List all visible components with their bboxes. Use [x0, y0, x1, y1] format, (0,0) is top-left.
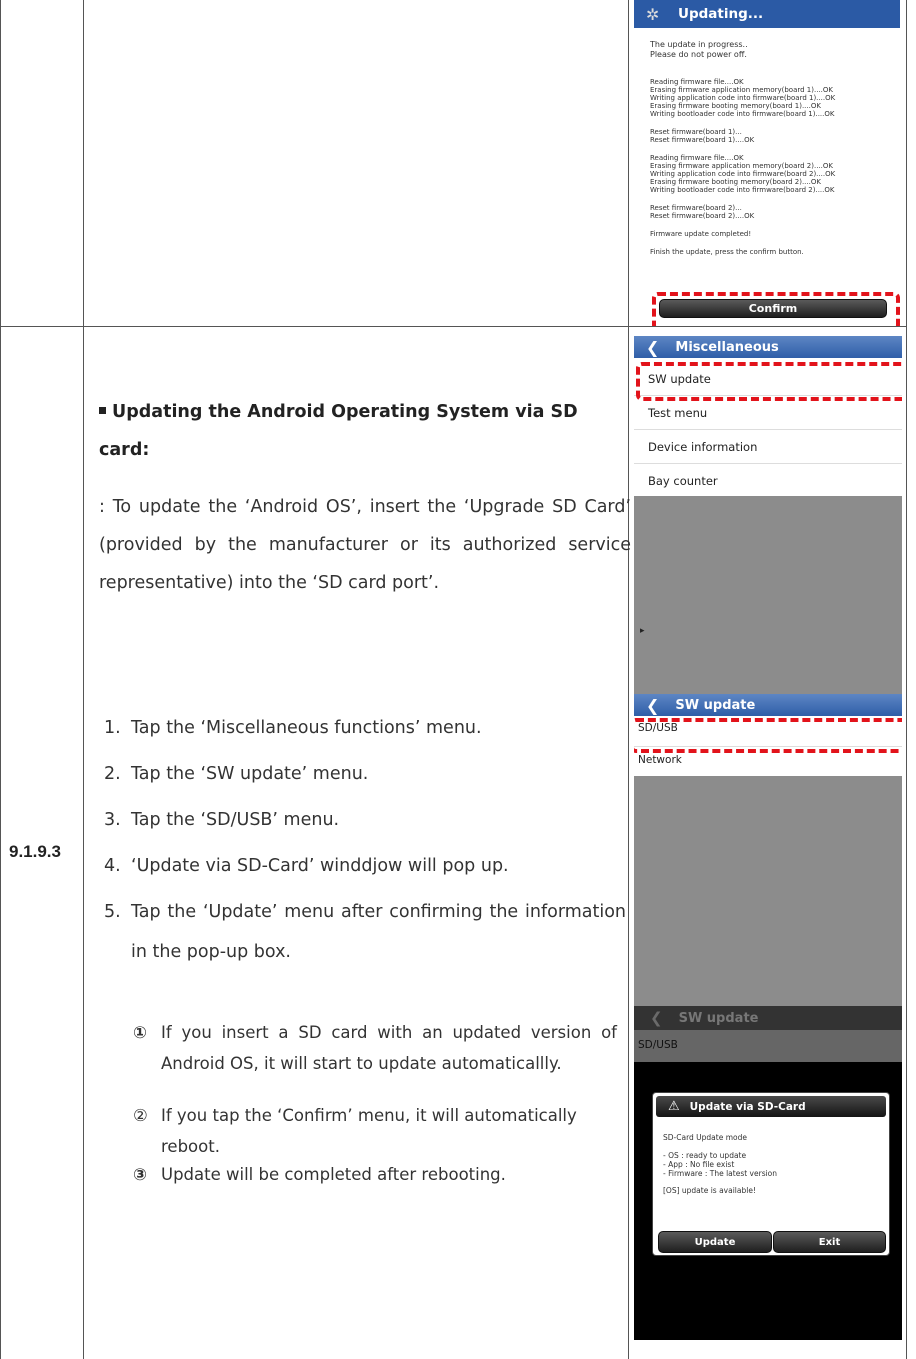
log-line: Reading firmware file....OK [650, 154, 744, 162]
update-popup-screenshot: ❮ SW update SD/USB ⚠ Update via SD-Card … [634, 1006, 902, 1340]
step-text: Tap the ‘SD/USB’ menu. [131, 810, 340, 830]
back-arrow-icon[interactable]: ❮ [646, 696, 659, 715]
step-item: 5. Tap the ‘Update’ menu after confirming… [104, 892, 626, 972]
substep-text: If you tap the ‘Confirm’ menu, it will a… [161, 1106, 577, 1156]
step-text: Tap the ‘SW update’ menu. [131, 764, 369, 784]
table-border-col2 [628, 0, 629, 1359]
sw-update-highlight [636, 362, 902, 401]
log-line: The update in progress.. [650, 40, 748, 49]
table-border-col1 [83, 0, 84, 1359]
step-item: 2. Tap the ‘SW update’ menu. [104, 754, 626, 795]
popup-bg-item: SD/USB [638, 1039, 678, 1051]
log-line: Firmware update completed! [650, 230, 752, 238]
log-line: Reset firmware(board 1)....OK [650, 136, 755, 144]
menu-item-bay-counter[interactable]: Bay counter [634, 474, 902, 488]
log-line: Writing application code into firmware(b… [650, 170, 836, 178]
menu-item-test-menu[interactable]: Test menu [634, 406, 902, 420]
log-line: Writing application code into firmware(b… [650, 94, 836, 102]
log-line: Reading firmware file....OK [650, 78, 744, 86]
dialog-status-0: - OS : ready to update [663, 1151, 747, 1160]
updating-title: Updating... [678, 6, 764, 22]
step-number: 5. [104, 902, 121, 922]
popup-bg-list: SD/USB [634, 1030, 902, 1062]
log-line: Reset firmware(board 2)... [650, 204, 742, 212]
substep-marker: ① [133, 1023, 147, 1042]
log-line: Erasing firmware application memory(boar… [650, 162, 833, 170]
popup-bg-title: SW update [678, 1010, 759, 1026]
log-line: Erasing firmware application memory(boar… [650, 86, 833, 94]
updating-log: The update in progress.. Please do not p… [650, 40, 835, 256]
substep-text: If you insert a SD card with an updated … [161, 1023, 617, 1073]
step-item: 4. ‘Update via SD-Card’ winddjow will pop… [104, 846, 626, 887]
log-line: Erasing firmware booting memory(board 2)… [650, 178, 821, 186]
step-number: 2. [104, 764, 121, 784]
section-number: 9.1.9.3 [9, 842, 61, 861]
dialog-title: Update via SD-Card [689, 1100, 806, 1113]
substep-item: ③ Update will be completed after rebootin… [133, 1159, 617, 1190]
step-text: Tap the ‘Update’ menu after confirming t… [131, 902, 626, 962]
sw-update-titlebar: ❮ SW update [634, 694, 902, 716]
warning-icon: ⚠ [668, 1099, 680, 1114]
cursor-icon: ▸ [640, 626, 645, 636]
log-line: Finish the update, press the confirm but… [650, 248, 804, 256]
step-number: 4. [104, 856, 121, 876]
log-line: Erasing firmware booting memory(board 1)… [650, 102, 821, 110]
back-arrow-icon[interactable]: ❮ [646, 338, 659, 357]
table-border-right [906, 0, 907, 1359]
sd-usb-highlight [634, 718, 902, 753]
confirm-highlight [652, 292, 900, 326]
step-item: 3. Tap the ‘SD/USB’ menu. [104, 800, 626, 841]
dialog-mode: SD-Card Update mode [663, 1133, 747, 1142]
menu-item-device-information[interactable]: Device information [634, 440, 902, 454]
step-item: 1. Tap the ‘Miscellaneous functions’ menu… [104, 708, 626, 749]
section-heading: Updating the Android Operating System vi… [99, 402, 578, 460]
table-row-divider [0, 326, 907, 327]
gear-icon: ✲ [646, 4, 660, 24]
sw-update-title: SW update [675, 697, 756, 713]
miscellaneous-screenshot: ❮ Miscellaneous SW update Test menu Devi… [634, 336, 902, 694]
substep-item: ② If you tap the ‘Confirm’ menu, it will … [133, 1100, 617, 1162]
log-line: Writing bootloader code into firmware(bo… [650, 110, 835, 118]
step-text: ‘Update via SD-Card’ winddjow will pop u… [131, 856, 509, 876]
popup-bg-titlebar: ❮ SW update [634, 1006, 902, 1030]
step-text: Tap the ‘Miscellaneous functions’ menu. [131, 718, 482, 738]
updating-screenshot: ✲ Updating... The update in progress.. P… [634, 0, 900, 326]
log-line: Writing bootloader code into firmware(bo… [650, 186, 835, 194]
step-number: 1. [104, 718, 121, 738]
substep-item: ① If you insert a SD card with an updated… [133, 1017, 617, 1079]
update-dialog: ⚠ Update via SD-Card SD-Card Update mode… [652, 1092, 890, 1256]
dialog-status-1: - App : No file exist [663, 1160, 735, 1169]
back-arrow-icon: ❮ [650, 1009, 663, 1027]
misc-title: Miscellaneous [675, 339, 779, 355]
misc-titlebar: ❮ Miscellaneous [634, 336, 902, 358]
dialog-available: [OS] update is available! [663, 1186, 756, 1195]
section-intro: : To update the ‘Android OS’, insert the… [99, 497, 631, 593]
exit-button[interactable]: Exit [773, 1231, 886, 1253]
substep-marker: ③ [133, 1165, 147, 1184]
step-number: 3. [104, 810, 121, 830]
substep-marker: ② [133, 1106, 148, 1125]
log-line: Reset firmware(board 2)....OK [650, 212, 755, 220]
log-line: Please do not power off. [650, 50, 747, 59]
update-button[interactable]: Update [658, 1231, 772, 1253]
updating-titlebar: ✲ Updating... [634, 0, 900, 28]
table-border-left [0, 0, 1, 1359]
substep-text: Update will be completed after rebooting… [161, 1165, 506, 1184]
dialog-titlebar: ⚠ Update via SD-Card [656, 1096, 886, 1117]
square-bullet-icon [99, 406, 106, 414]
dialog-status-2: - Firmware : The latest version [663, 1169, 778, 1178]
sw-update-screenshot: ❮ SW update SD/USB Network [634, 694, 902, 1006]
log-line: Reset firmware(board 1)... [650, 128, 742, 136]
menu-item-network[interactable]: Network [634, 754, 902, 766]
